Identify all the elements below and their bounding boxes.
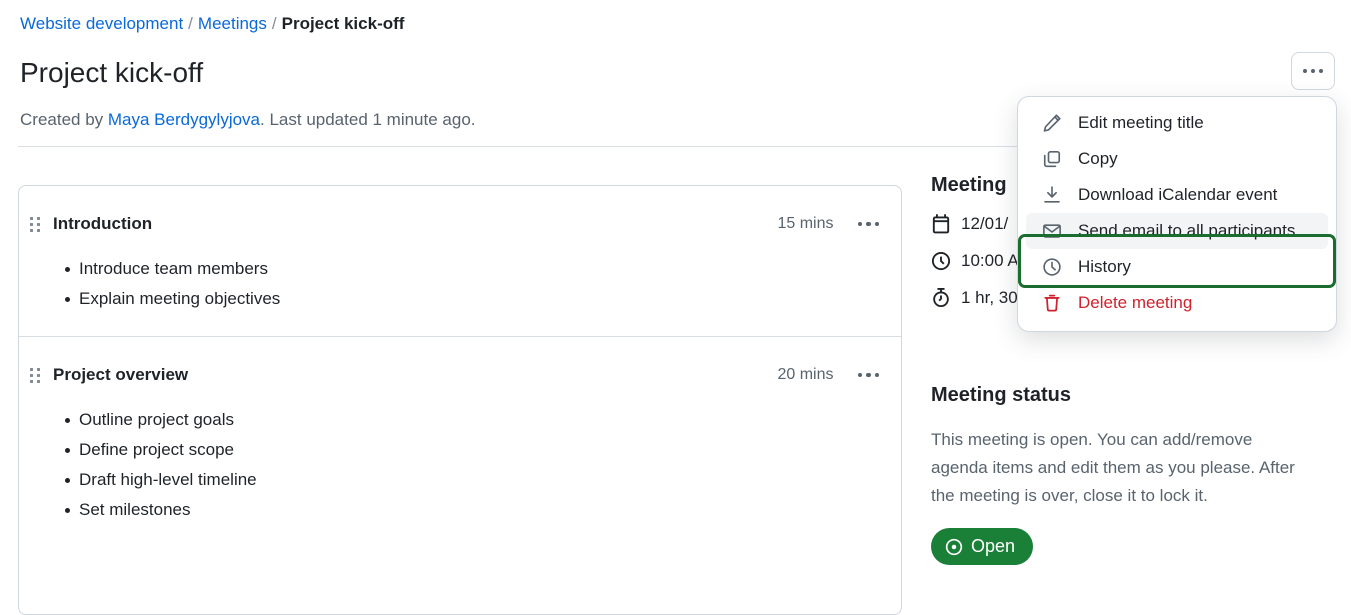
meeting-detail-page: Website development / Meetings / Project kic…: [0, 0, 1351, 615]
menu-item-send-email-to-all-participants[interactable]: Send email to all participants: [1026, 213, 1328, 249]
meeting-status-heading: Meeting status: [931, 384, 1072, 406]
issue-opened-icon: [945, 538, 963, 555]
list-item: Explain meeting objectives: [65, 284, 881, 314]
list-item: Draft high-level timeline: [65, 465, 881, 495]
menu-item-label: History: [1078, 257, 1131, 276]
calendar-icon: [932, 214, 950, 234]
agenda-item: Project overview 20 mins Outline project…: [19, 336, 901, 547]
breadcrumb-item-current: Project kick-off: [281, 14, 405, 33]
kebab-dot-icon: [1303, 69, 1307, 73]
list-item: Introduce team members: [65, 254, 881, 284]
breadcrumb-separator: /: [271, 14, 277, 33]
stopwatch-icon: [933, 288, 949, 308]
meeting-status-description: This meeting is open. You can add/remove…: [931, 430, 1295, 505]
agenda-item-header: Introduction 15 mins: [27, 212, 881, 236]
agenda-item-bullets: Outline project goals Define project sco…: [27, 405, 881, 525]
menu-item-label: Send email to all participants: [1078, 221, 1296, 240]
agenda-item-meta: 15 mins: [777, 212, 881, 236]
menu-item-label: Download iCalendar event: [1078, 185, 1278, 204]
meeting-status-section: Meeting status This meeting is open. You…: [931, 384, 1331, 565]
menu-item-label: Edit meeting title: [1078, 113, 1204, 132]
agenda-item-duration: 15 mins: [777, 215, 834, 232]
list-item: Define project scope: [65, 435, 881, 465]
agenda-item-title: Project overview: [53, 365, 189, 384]
kebab-dot-icon: [857, 372, 862, 378]
meeting-date-value: 12/01/: [961, 214, 1009, 233]
agenda-item-title: Introduction: [53, 214, 153, 233]
menu-item-history[interactable]: History: [1026, 249, 1328, 285]
page-subtitle: Created by Maya Berdygylyjova. Last upda…: [20, 108, 476, 132]
status-badge-label: Open: [971, 536, 1016, 556]
menu-item-delete-meeting[interactable]: Delete meeting: [1026, 285, 1328, 321]
menu-item-copy[interactable]: Copy: [1026, 141, 1328, 177]
kebab-dot-icon: [1319, 69, 1323, 73]
meeting-duration-value: 1 hr, 30: [961, 288, 1018, 307]
kebab-dot-icon: [866, 221, 871, 227]
kebab-dot-icon: [866, 372, 871, 378]
drag-handle-icon[interactable]: [27, 366, 43, 384]
list-item: Outline project goals: [65, 405, 881, 435]
meeting-actions-menu: Edit meeting title Copy Download iCalend…: [1017, 96, 1337, 332]
breadcrumb-item-meetings[interactable]: Meetings: [198, 14, 267, 33]
copy-icon: [1043, 150, 1061, 168]
author-link[interactable]: Maya Berdygylyjova: [108, 110, 260, 129]
kebab-dot-icon: [874, 221, 879, 227]
clock-icon: [1043, 258, 1061, 276]
agenda-card: Introduction 15 mins Introduce team memb…: [18, 185, 902, 615]
agenda-item-actions-button[interactable]: [856, 371, 882, 380]
agenda-item-bullets: Introduce team members Explain meeting o…: [27, 254, 881, 314]
trash-icon: [1044, 294, 1060, 312]
agenda-item-header: Project overview 20 mins: [27, 363, 881, 387]
menu-item-label: Copy: [1078, 149, 1118, 168]
created-by-label: Created by: [20, 110, 108, 129]
breadcrumb-separator: /: [188, 14, 193, 33]
kebab-dot-icon: [857, 221, 862, 227]
agenda-item-meta: 20 mins: [777, 363, 881, 387]
breadcrumb: Website development / Meetings / Project kic…: [20, 12, 404, 36]
agenda-item-duration: 20 mins: [777, 366, 834, 383]
kebab-dot-icon: [874, 372, 879, 378]
download-icon: [1044, 186, 1060, 203]
agenda-item-actions-button[interactable]: [856, 220, 882, 229]
envelope-icon: [1043, 224, 1061, 238]
page-title: Project kick-off: [20, 57, 204, 88]
kebab-dot-icon: [1311, 69, 1315, 73]
menu-item-edit-meeting-title[interactable]: Edit meeting title: [1026, 105, 1328, 141]
agenda-item: Introduction 15 mins Introduce team memb…: [19, 186, 901, 336]
last-updated-label: . Last updated 1 minute ago.: [260, 110, 476, 129]
clock-icon: [931, 251, 951, 271]
meeting-time-value: 10:00 A: [961, 251, 1019, 270]
menu-item-download-icalendar[interactable]: Download iCalendar event: [1026, 177, 1328, 213]
breadcrumb-item-project[interactable]: Website development: [20, 14, 183, 33]
pencil-icon: [1043, 114, 1061, 132]
list-item: Set milestones: [65, 495, 881, 525]
status-badge-open[interactable]: Open: [931, 528, 1034, 565]
meeting-actions-button[interactable]: [1291, 52, 1335, 90]
menu-item-label: Delete meeting: [1078, 293, 1193, 312]
drag-handle-icon[interactable]: [27, 215, 43, 233]
